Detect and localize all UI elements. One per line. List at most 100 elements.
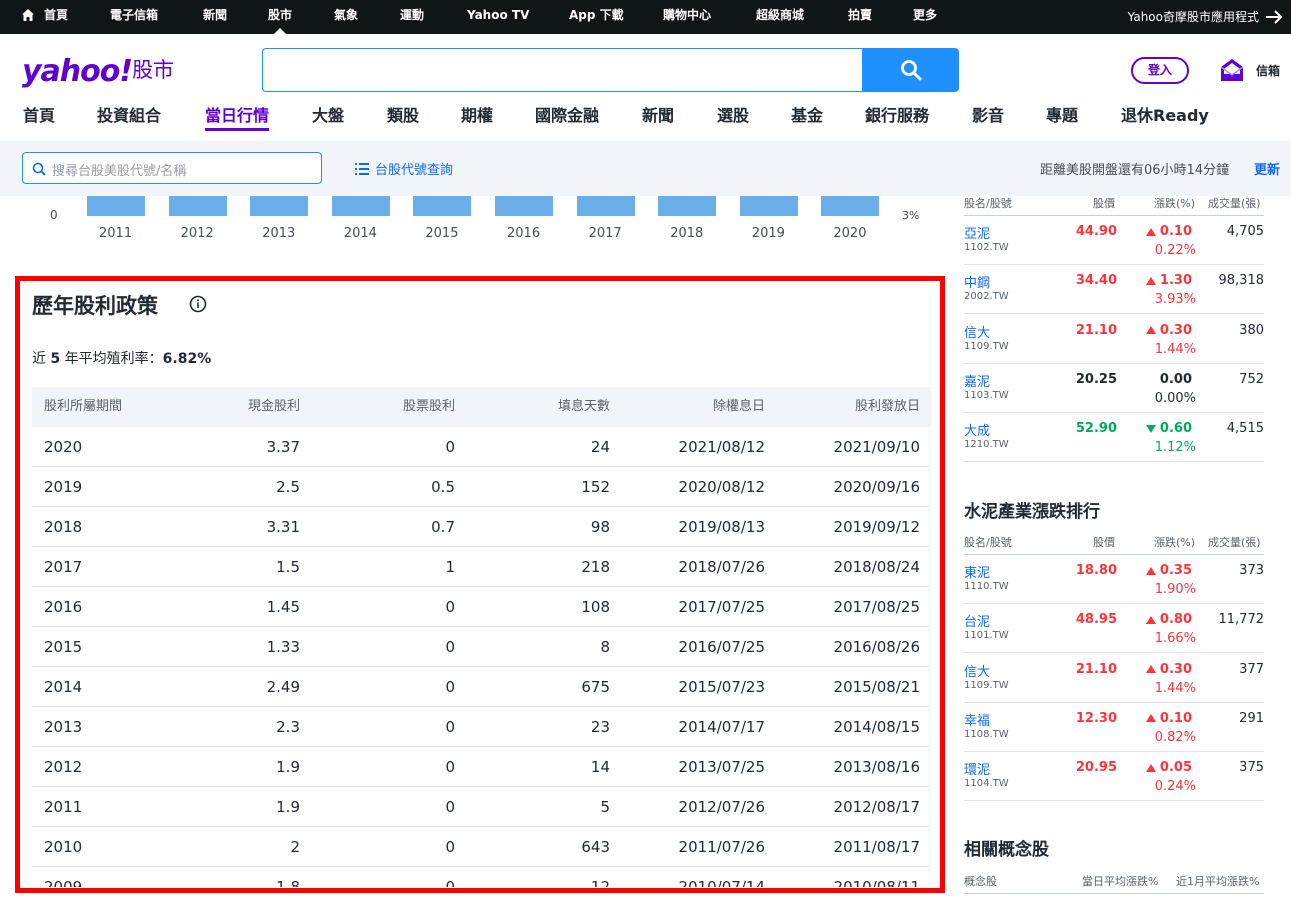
topbar-item-auction[interactable]: 拍賣 xyxy=(848,0,872,34)
stock-change: 0.35 xyxy=(1145,563,1192,578)
login-button[interactable]: 登入 xyxy=(1131,57,1189,84)
stock-name[interactable]: 大成 xyxy=(964,420,990,439)
top-bar: 首頁 電子信箱 新聞 股市 氣象 運動 Yahoo TV App 下載 購物中心… xyxy=(0,0,1291,34)
table-cell: 2011/07/26 xyxy=(678,838,765,856)
home-icon[interactable] xyxy=(22,9,34,21)
arrow-up-icon xyxy=(1145,714,1156,723)
list-icon xyxy=(355,162,369,175)
mail-label[interactable]: 信箱 xyxy=(1256,62,1280,79)
chart-year-tick: 2014 xyxy=(343,226,377,241)
chart-bar xyxy=(821,196,880,216)
col-header-stock: 股票股利 xyxy=(402,399,455,414)
table-cell: 3.37 xyxy=(266,438,300,456)
stock-name[interactable]: 亞泥 xyxy=(964,223,990,242)
stock-change-value: 0.05 xyxy=(1159,760,1192,776)
topbar-item-home[interactable]: 首頁 xyxy=(44,0,68,34)
info-icon[interactable] xyxy=(189,295,207,313)
stock-name[interactable]: 信大 xyxy=(964,661,990,680)
nav-item-video[interactable]: 影音 xyxy=(972,104,1004,128)
table-row: 2015 1.33 0 8 2016/07/25 2016/08/26 xyxy=(32,627,931,667)
topbar-item-mall[interactable]: 超級商城 xyxy=(756,0,804,34)
stock-change-value: 0.10 xyxy=(1159,710,1192,726)
stock-row[interactable]: 大成 1210.TW 52.90 0.60 1.12% 4,515 xyxy=(964,413,1264,463)
nav-item-retirement[interactable]: 退休Ready xyxy=(1121,104,1209,128)
col-header-cash: 現金股利 xyxy=(247,399,300,414)
topbar-item-mail[interactable]: 電子信箱 xyxy=(110,0,158,34)
chart-year-tick: 2018 xyxy=(670,226,704,241)
nav-item-topics[interactable]: 專題 xyxy=(1046,104,1078,128)
topbar-item-sports[interactable]: 運動 xyxy=(400,0,424,34)
stock-row[interactable]: 東泥 1110.TW 18.80 0.35 1.90% 373 xyxy=(964,555,1264,604)
stock-name[interactable]: 幸福 xyxy=(964,710,990,729)
stock-name[interactable]: 東泥 xyxy=(964,562,990,581)
sidebar-col-header: 股價 xyxy=(1093,197,1115,210)
table-cell: 2017/08/25 xyxy=(833,598,920,616)
nav-item-options[interactable]: 期權 xyxy=(461,104,493,128)
search-button[interactable] xyxy=(862,48,959,92)
stock-row[interactable]: 幸福 1108.TW 12.30 0.10 0.82% 291 xyxy=(964,703,1264,752)
avg-yield-middle: 年平均殖利率： xyxy=(64,351,163,367)
app-promo-link[interactable]: Yahoo奇摩股市應用程式 xyxy=(1128,0,1283,34)
stock-price: 52.90 xyxy=(1075,421,1117,437)
avg-yield-value: 6.82% xyxy=(162,351,212,367)
chart-year-tick: 2013 xyxy=(262,226,296,241)
stock-change: 0.60 xyxy=(1145,421,1192,436)
topbar-item-news[interactable]: 新聞 xyxy=(203,0,227,34)
stock-row[interactable]: 信大 1109.TW 21.10 0.30 1.44% 380 xyxy=(964,315,1264,364)
nav-item-news[interactable]: 新聞 xyxy=(642,104,674,128)
chart-year-tick: 2020 xyxy=(833,226,867,241)
stock-price: 21.10 xyxy=(1075,661,1117,677)
stock-row[interactable]: 台泥 1101.TW 48.95 0.80 1.66% 11,772 xyxy=(964,604,1264,654)
table-cell: 0.5 xyxy=(431,478,455,496)
nav-item-screener[interactable]: 選股 xyxy=(717,104,749,128)
update-link[interactable]: 更新 xyxy=(1254,159,1280,178)
col-header-period: 股利所屬期間 xyxy=(44,399,123,414)
table-cell: 2020/08/12 xyxy=(678,478,765,496)
nav-item-market[interactable]: 大盤 xyxy=(312,104,344,128)
stock-name[interactable]: 中鋼 xyxy=(964,272,990,291)
code-lookup-link[interactable]: 台股代號查詢 xyxy=(355,159,453,178)
stock-code: 1210.TW xyxy=(964,439,1009,451)
table-cell: 2014 xyxy=(44,678,83,696)
topbar-item-weather[interactable]: 氣象 xyxy=(334,0,358,34)
table-cell: 0 xyxy=(445,678,455,696)
topbar-item-more[interactable]: 更多 xyxy=(913,0,937,34)
nav-item-funds[interactable]: 基金 xyxy=(791,104,823,128)
stock-name[interactable]: 嘉泥 xyxy=(964,371,990,390)
stock-name[interactable]: 環泥 xyxy=(964,759,990,778)
nav-item-intl-finance[interactable]: 國際金融 xyxy=(535,104,599,128)
stock-row[interactable]: 中鋼 2002.TW 34.40 1.30 3.93% 98,318 xyxy=(964,265,1264,315)
topbar-item-app[interactable]: App 下載 xyxy=(569,0,624,34)
stock-price: 48.95 xyxy=(1075,612,1117,628)
table-cell: 2013/08/16 xyxy=(833,758,920,776)
main-search-input[interactable] xyxy=(262,48,863,92)
stock-name[interactable]: 台泥 xyxy=(964,611,990,630)
stock-row[interactable]: 環泥 1104.TW 20.95 0.05 0.24% 375 xyxy=(964,752,1264,802)
nav-item-home[interactable]: 首頁 xyxy=(23,104,55,128)
table-cell: 2018/08/24 xyxy=(833,558,920,576)
stock-row[interactable]: 亞泥 1102.TW 44.90 0.10 0.22% 4,705 xyxy=(964,216,1264,265)
stock-search-input[interactable]: 搜尋台股美股代號/名稱 xyxy=(22,152,322,184)
mail-icon[interactable] xyxy=(1219,57,1245,83)
topbar-item-shopping[interactable]: 購物中心 xyxy=(663,0,711,34)
topbar-item-tv[interactable]: Yahoo TV xyxy=(467,0,529,34)
table-cell: 1.33 xyxy=(266,638,300,656)
stock-price: 20.95 xyxy=(1075,760,1117,776)
nav-item-daily-quotes[interactable]: 當日行情 xyxy=(205,104,270,131)
arrow-up-icon xyxy=(1145,276,1156,285)
stock-change-pct: 0.24% xyxy=(1154,779,1196,795)
stock-row[interactable]: 信大 1109.TW 21.10 0.30 1.44% 377 xyxy=(964,654,1264,703)
stock-name[interactable]: 信大 xyxy=(964,322,990,341)
nav-item-sectors[interactable]: 類股 xyxy=(387,104,419,128)
topbar-item-stock[interactable]: 股市 xyxy=(268,0,292,34)
table-cell: 2.5 xyxy=(276,478,300,496)
table-cell: 2019/09/12 xyxy=(833,518,920,536)
yahoo-stock-logo[interactable]: yahoo!股市 xyxy=(22,54,174,89)
stock-row[interactable]: 嘉泥 1103.TW 20.25 0.00 0.00% 752 xyxy=(964,364,1264,413)
table-row: 2009 1.8 0 12 2010/07/14 2010/08/11 xyxy=(32,867,931,887)
nav-item-portfolio[interactable]: 投資組合 xyxy=(97,104,161,128)
table-cell: 152 xyxy=(581,478,610,496)
nav-item-banking[interactable]: 銀行服務 xyxy=(865,104,929,128)
stock-change-value: 0.30 xyxy=(1159,661,1192,677)
chart-bar xyxy=(739,196,798,216)
